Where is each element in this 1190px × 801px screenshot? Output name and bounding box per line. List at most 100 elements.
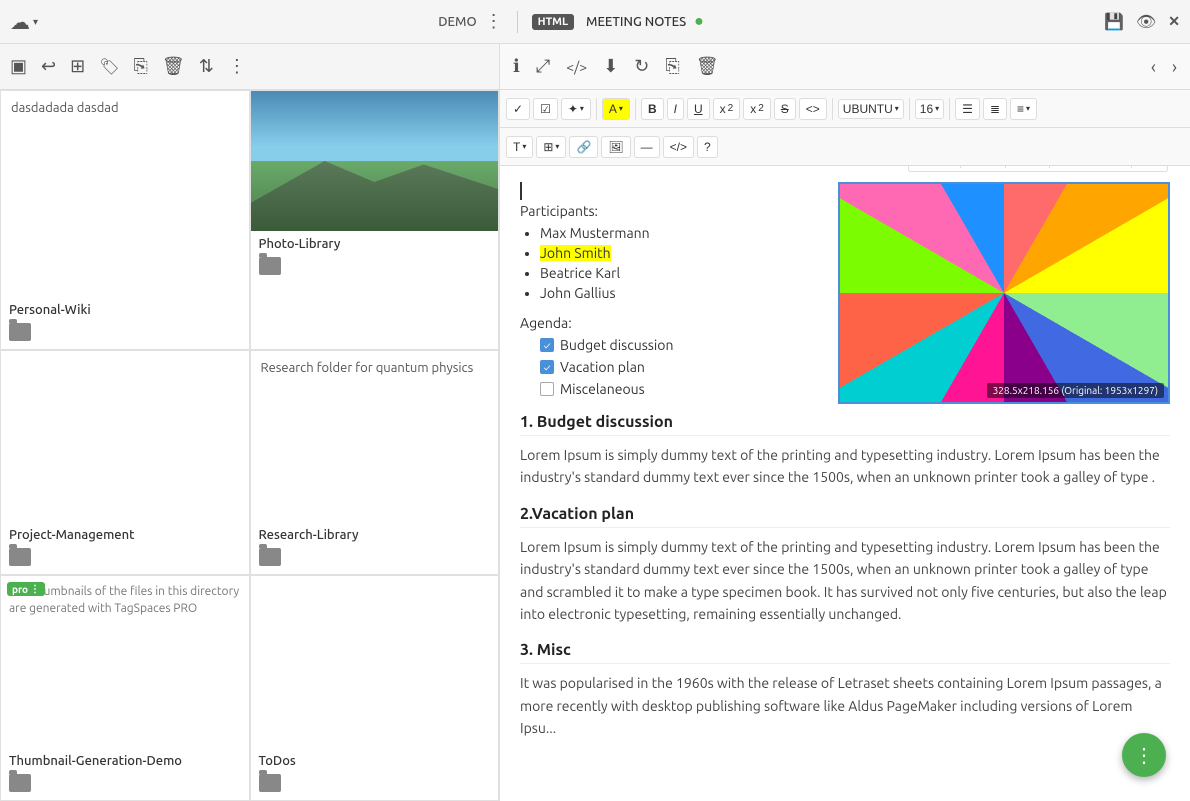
item-text-content: Research folder for quantum physics: [251, 351, 499, 523]
highlight-color-button[interactable]: A▾: [602, 98, 630, 120]
top-bar-actions: 💾 👁 ✕: [1104, 12, 1180, 31]
grid-item-project-management[interactable]: Project-Management: [0, 350, 250, 576]
editor-toolbar-2: ✓ ☑ ✦▾ A▾ B I U x2 x2 S <> UBUNTU ▾ 16 ▾…: [500, 90, 1190, 128]
embedded-image[interactable]: 100% 50% 25% ☰ ☰ ☰ 🗑 328.5x218.156 (Orig…: [838, 182, 1170, 404]
agenda-item-1: ✓ Budget discussion: [540, 337, 822, 353]
close-button[interactable]: ✕: [1168, 13, 1180, 30]
separator: [949, 98, 950, 120]
item-text-content: dasdadada dasdad: [1, 91, 249, 297]
expand-icon[interactable]: ⤢: [531, 53, 555, 80]
separator: [596, 98, 597, 120]
item-text-content: [1, 351, 249, 523]
magic-button[interactable]: ✦▾: [561, 98, 591, 120]
grid-item-research-library[interactable]: Research folder for quantum physics Rese…: [250, 350, 500, 576]
delete-icon[interactable]: 🗑: [162, 56, 185, 77]
img-align-right-icon[interactable]: ☰: [1106, 166, 1125, 168]
item-footer: [1, 321, 249, 349]
item-footer: [1, 546, 249, 574]
nav-prev-icon[interactable]: ‹: [1146, 54, 1161, 80]
item-label: ToDos: [251, 748, 499, 772]
font-size-select[interactable]: 16 ▾: [915, 99, 944, 119]
bold-button[interactable]: B: [641, 98, 664, 120]
grid-item-todos[interactable]: ToDos: [250, 575, 500, 801]
meeting-title: MEETING NOTES: [586, 15, 686, 29]
hr-button[interactable]: —: [634, 136, 660, 158]
info-icon[interactable]: ℹ: [508, 53, 525, 80]
font-family-select[interactable]: UBUNTU ▾: [838, 99, 904, 119]
item-label: Personal-Wiki: [1, 297, 249, 321]
agenda-item-text: Budget discussion: [560, 337, 673, 353]
folder-icon: [259, 548, 281, 566]
copy-icon[interactable]: ⎘: [134, 56, 148, 77]
underline-button[interactable]: U: [687, 98, 710, 120]
nav-next-icon[interactable]: ›: [1167, 54, 1182, 80]
img-align-center-icon[interactable]: ☰: [1081, 166, 1100, 168]
html-source-button[interactable]: </>: [663, 136, 694, 158]
checkbox-checked-icon[interactable]: ✓: [540, 338, 554, 352]
right-panel: ℹ ⤢ </> ⬇ ↻ ⎘ 🗑 ‹ › ✓ ☑ ✦▾ A▾ B I U x2 x…: [500, 44, 1190, 801]
demo-menu-icon[interactable]: ⋮: [485, 11, 503, 32]
agenda-item-2: ✓ Vacation plan: [540, 359, 822, 375]
subscript-button[interactable]: x2: [743, 98, 771, 120]
checkbox-button[interactable]: ☑: [533, 98, 558, 120]
italic-button[interactable]: I: [667, 98, 684, 120]
img-delete-icon[interactable]: 🗑: [1138, 166, 1161, 168]
text-style-button[interactable]: T▾: [506, 136, 533, 158]
fab-button[interactable]: ⋮: [1122, 733, 1166, 777]
separator: [909, 98, 910, 120]
unordered-list-button[interactable]: ☰: [955, 98, 980, 120]
section-3-heading: 3. Misc: [520, 641, 1170, 664]
grid-item-thumbnail-generation[interactable]: pro ⋮ The thumbnails of the files in thi…: [0, 575, 250, 801]
trash-icon[interactable]: 🗑: [691, 53, 724, 80]
ordered-list-button[interactable]: ≣: [983, 98, 1007, 120]
img-align-left-icon[interactable]: ☰: [1056, 166, 1075, 168]
item-label: Research-Library: [251, 522, 499, 546]
item-label: Project-Management: [1, 522, 249, 546]
superscript-button[interactable]: x2: [713, 98, 741, 120]
grid-item-photo-library[interactable]: Photo-Library: [250, 90, 500, 350]
checkmark-button[interactable]: ✓: [506, 98, 530, 120]
preview-button[interactable]: 👁: [1136, 12, 1156, 31]
back-icon[interactable]: ↩: [41, 56, 56, 77]
link-button[interactable]: 🔗: [569, 136, 598, 158]
editor-area[interactable]: 100% 50% 25% ☰ ☰ ☰ 🗑 328.5x218.156 (Orig…: [500, 166, 1190, 801]
separator: [1005, 166, 1006, 168]
save-button[interactable]: 💾: [1104, 12, 1124, 31]
section-3-body: It was popularised in the 1960s with the…: [520, 672, 1170, 739]
image-toolbar: 100% 50% 25% ☰ ☰ ☰ 🗑: [908, 166, 1168, 172]
panel-toggle-icon[interactable]: ▣: [10, 56, 27, 77]
help-button[interactable]: ?: [697, 136, 718, 158]
img-size-50[interactable]: 50%: [967, 166, 999, 168]
checkbox-checked-icon[interactable]: ✓: [540, 360, 554, 374]
refresh-icon[interactable]: ↻: [629, 53, 654, 80]
item-footer: [1, 772, 249, 800]
img-size-100[interactable]: 100%: [915, 166, 954, 168]
cloud-button[interactable]: ☁ ▾: [10, 10, 38, 34]
download-icon[interactable]: ⬇: [598, 53, 623, 80]
grid-item-personal-wiki[interactable]: dasdadada dasdad Personal-Wiki: [0, 90, 250, 350]
item-footer: [251, 772, 499, 800]
file-grid: dasdadada dasdad Personal-Wiki Photo-Lib…: [0, 90, 499, 801]
img-size-25[interactable]: 25%: [1012, 166, 1044, 168]
highlighted-name: John Smith: [540, 245, 611, 261]
align-button[interactable]: ≡▾: [1010, 98, 1037, 120]
more-icon[interactable]: ⋮: [228, 56, 246, 77]
section-1-body: Lorem Ipsum is simply dummy text of the …: [520, 444, 1170, 489]
copy-content-icon[interactable]: ⎘: [660, 53, 684, 80]
fab-icon: ⋮: [1134, 743, 1154, 767]
strikethrough-button[interactable]: S: [774, 98, 796, 120]
table-button[interactable]: ⊞▾: [536, 136, 566, 158]
dropdown-arrow-icon: ▾: [33, 16, 38, 28]
tag-icon[interactable]: 🏷: [99, 57, 119, 76]
checkbox-unchecked-icon[interactable]: [540, 382, 554, 396]
unsaved-dot: ●: [694, 12, 704, 31]
item-text-content: [251, 576, 499, 748]
section-1-heading: 1. Budget discussion: [520, 413, 1170, 436]
separator: [832, 98, 833, 120]
grid-view-icon[interactable]: ⊞: [70, 56, 85, 77]
source-code-icon[interactable]: </>: [561, 56, 592, 78]
sort-icon[interactable]: ⇅: [199, 56, 214, 77]
code-inline-button[interactable]: <>: [799, 98, 827, 120]
image-button[interactable]: 🖼: [601, 136, 630, 158]
cloud-icon: ☁: [10, 10, 30, 34]
